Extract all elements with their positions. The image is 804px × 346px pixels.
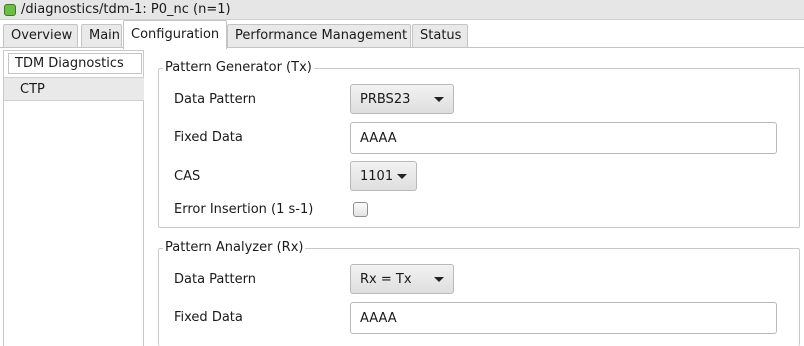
tab-performance-management[interactable]: Performance Management <box>227 24 411 48</box>
rx-data-pattern-select[interactable]: Rx = Tx <box>350 264 454 294</box>
rx-data-pattern-label: Data Pattern <box>174 272 256 287</box>
tab-divider <box>0 47 804 48</box>
tx-data-pattern-select[interactable]: PRBS23 <box>350 84 454 114</box>
cas-value: 1101 <box>360 169 394 184</box>
tx-data-pattern-value: PRBS23 <box>360 92 411 107</box>
tab-main[interactable]: Main <box>81 24 122 48</box>
tab-configuration[interactable]: Configuration <box>123 20 227 49</box>
tx-data-pattern-label: Data Pattern <box>174 92 256 107</box>
chevron-down-icon <box>434 277 444 282</box>
tx-fixed-data-field[interactable]: AAAA <box>350 122 777 154</box>
rx-fixed-data-label: Fixed Data <box>174 310 243 325</box>
subtab-ctp[interactable]: CTP <box>4 77 144 101</box>
subtab-panel: TDM Diagnostics CTP <box>3 50 144 346</box>
window-title: /diagnostics/tdm-1: P0_nc (n=1) <box>21 2 231 17</box>
tab-status[interactable]: Status <box>412 24 468 48</box>
cas-label: CAS <box>174 169 201 184</box>
cas-select[interactable]: 1101 <box>350 161 417 191</box>
error-insertion-label: Error Insertion (1 s-1) <box>174 202 314 217</box>
error-insertion-checkbox[interactable] <box>353 202 368 217</box>
pattern-generator-title: Pattern Generator (Tx) <box>163 60 314 75</box>
pattern-analyzer-group: Pattern Analyzer (Rx) Data Pattern Rx = … <box>158 240 800 346</box>
tab-overview[interactable]: Overview <box>3 24 78 48</box>
chevron-down-icon <box>434 97 444 102</box>
pattern-analyzer-title: Pattern Analyzer (Rx) <box>163 240 306 255</box>
window-titlebar: /diagnostics/tdm-1: P0_nc (n=1) <box>0 0 804 20</box>
main-tabbar: Overview Main Configuration Performance … <box>0 20 804 49</box>
chevron-down-icon <box>397 174 407 179</box>
rx-data-pattern-value: Rx = Tx <box>360 272 412 287</box>
tx-fixed-data-label: Fixed Data <box>174 130 243 145</box>
pattern-generator-group: Pattern Generator (Tx) Data Pattern PRBS… <box>158 60 800 228</box>
subtab-tdm-diagnostics[interactable]: TDM Diagnostics <box>8 53 142 74</box>
rx-fixed-data-field[interactable]: AAAA <box>350 302 777 334</box>
status-indicator-icon <box>4 3 16 16</box>
